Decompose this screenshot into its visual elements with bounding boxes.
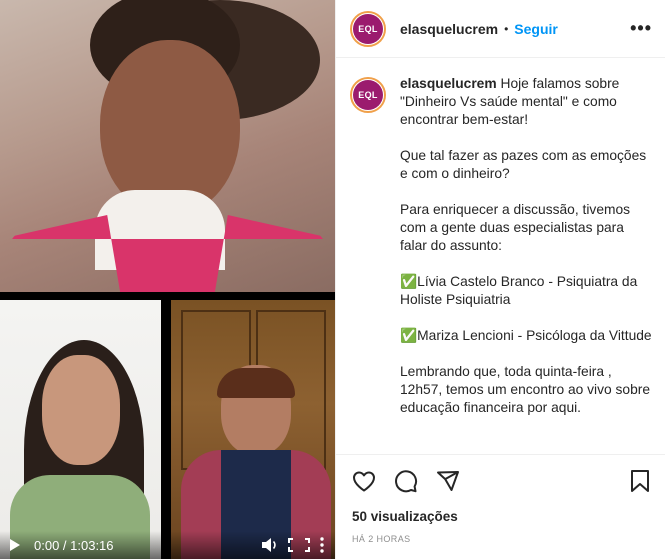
- caption-block: EQL elasquelucrem Hoje falamos sobre "Di…: [336, 59, 665, 453]
- caption-username[interactable]: elasquelucrem: [400, 76, 497, 91]
- participant-video-right: [171, 300, 335, 559]
- caption-text: elasquelucrem Hoje falamos sobre "Dinhei…: [400, 75, 652, 453]
- avatar-logo: EQL: [353, 13, 383, 44]
- username-link[interactable]: elasquelucrem: [400, 21, 498, 37]
- comment-icon[interactable]: [394, 469, 418, 493]
- caption-avatar[interactable]: EQL: [350, 77, 386, 113]
- playback-time: 0:00 / 1:03:16: [34, 537, 114, 553]
- face-shape: [100, 40, 240, 215]
- bookmark-icon[interactable]: [630, 469, 650, 493]
- face-shape: [42, 355, 120, 465]
- hair-shape: [217, 368, 295, 398]
- post-actions: 50 visualizações HÁ 2 HORAS: [336, 454, 665, 559]
- volume-icon[interactable]: [261, 537, 279, 553]
- avatar[interactable]: EQL: [350, 10, 386, 47]
- play-icon[interactable]: [10, 539, 20, 551]
- separator-dot: •: [504, 21, 509, 36]
- participant-video-left: [0, 300, 161, 559]
- more-options-button[interactable]: •••: [630, 18, 652, 39]
- more-vertical-icon[interactable]: [319, 537, 325, 553]
- heart-icon[interactable]: [352, 470, 376, 492]
- post-header: EQL elasquelucrem • Seguir •••: [336, 0, 665, 58]
- fullscreen-icon[interactable]: [287, 537, 311, 553]
- post-sidepanel: EQL elasquelucrem • Seguir ••• EQL elasq…: [335, 0, 665, 559]
- caption-body: Hoje falamos sobre "Dinheiro Vs saúde me…: [400, 76, 652, 415]
- share-icon[interactable]: [436, 469, 460, 493]
- participant-video-top: [0, 0, 335, 292]
- post-time[interactable]: HÁ 2 HORAS: [336, 524, 665, 544]
- views-count[interactable]: 50 visualizações: [336, 495, 665, 524]
- follow-button[interactable]: Seguir: [514, 21, 558, 37]
- player-controls: 0:00 / 1:03:16: [0, 531, 335, 559]
- avatar-logo: EQL: [353, 80, 383, 110]
- instagram-post: 0:00 / 1:03:16 EQL elasquelucrem • Segui…: [0, 0, 665, 559]
- action-icons: [336, 455, 665, 495]
- video-player[interactable]: 0:00 / 1:03:16: [0, 0, 335, 559]
